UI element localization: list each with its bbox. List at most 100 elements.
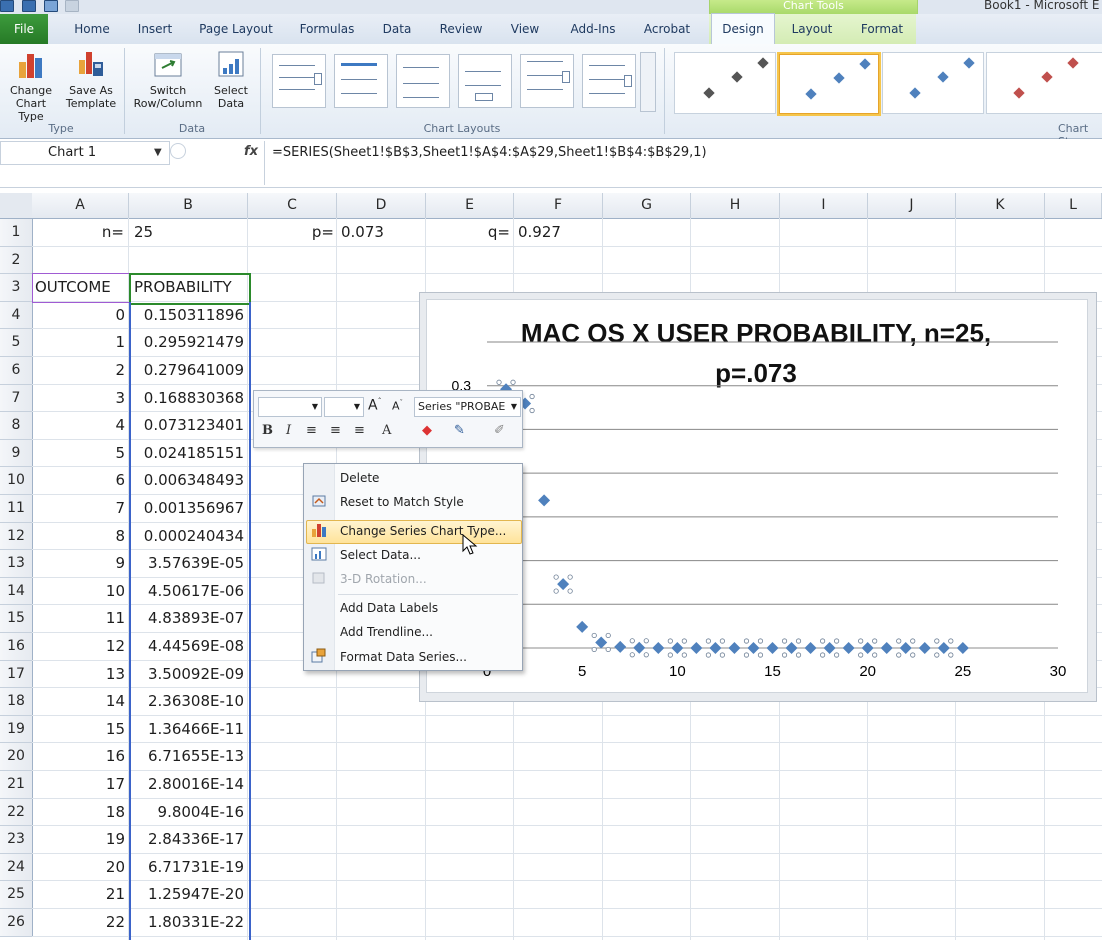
tab-view[interactable]: View bbox=[500, 14, 550, 44]
data-point[interactable] bbox=[956, 642, 969, 654]
row-header-13[interactable]: 13 bbox=[0, 550, 33, 578]
column-header-f[interactable]: F bbox=[514, 193, 603, 218]
select-data-button[interactable]: Select Data bbox=[208, 48, 254, 110]
cell-probability[interactable]: 0.001356967 bbox=[132, 495, 244, 522]
cell-b1[interactable]: 25 bbox=[134, 219, 234, 246]
cell-a1[interactable]: n= bbox=[34, 219, 124, 246]
menu-item-reset-to-match-style[interactable]: Reset to Match Style bbox=[340, 495, 464, 509]
cell-outcome[interactable]: 21 bbox=[34, 881, 125, 908]
cell-probability[interactable]: 4.44569E-08 bbox=[132, 633, 244, 660]
cell-outcome[interactable]: 0 bbox=[34, 302, 125, 329]
column-header-k[interactable]: K bbox=[956, 193, 1045, 218]
cell-outcome[interactable]: 18 bbox=[34, 799, 125, 826]
row-header-4[interactable]: 4 bbox=[0, 301, 33, 330]
tab-format[interactable]: Format bbox=[852, 14, 912, 44]
outline-color-icon[interactable]: ✎ bbox=[454, 423, 465, 438]
cell-e1[interactable]: q= bbox=[428, 219, 510, 246]
save-icon[interactable] bbox=[21, 0, 36, 12]
data-point[interactable] bbox=[899, 642, 912, 654]
row-header-17[interactable]: 17 bbox=[0, 660, 33, 689]
cell-outcome[interactable]: 20 bbox=[34, 854, 125, 881]
cell-probability[interactable]: 3.57639E-05 bbox=[132, 550, 244, 577]
cell-probability[interactable]: 0.006348493 bbox=[132, 467, 244, 494]
redo-icon[interactable] bbox=[65, 0, 80, 12]
column-header-b[interactable]: B bbox=[129, 193, 248, 218]
tab-home[interactable]: Home bbox=[64, 14, 120, 44]
chart-style-3[interactable] bbox=[882, 52, 984, 114]
tab-design[interactable]: Design bbox=[711, 13, 775, 45]
chart-layout-6[interactable] bbox=[582, 54, 636, 108]
menu-item-format-data-series[interactable]: Format Data Series... bbox=[340, 650, 467, 664]
grow-font-icon[interactable]: Aˆ bbox=[368, 397, 382, 414]
row-header-14[interactable]: 14 bbox=[0, 577, 33, 606]
cell-probability[interactable]: 2.84336E-17 bbox=[132, 826, 244, 853]
column-header-j[interactable]: J bbox=[868, 193, 956, 218]
data-point[interactable] bbox=[614, 640, 627, 653]
tab-acrobat[interactable]: Acrobat bbox=[636, 14, 698, 44]
cell-c1[interactable]: p= bbox=[250, 219, 334, 246]
cell-outcome[interactable]: 8 bbox=[34, 523, 125, 550]
menu-item-delete[interactable]: Delete bbox=[340, 471, 379, 485]
cell-probability[interactable]: 3.50092E-09 bbox=[132, 661, 244, 688]
cell-probability[interactable]: 9.8004E-16 bbox=[132, 799, 244, 826]
column-header-a[interactable]: A bbox=[32, 193, 129, 218]
chart-layout-5[interactable] bbox=[520, 54, 574, 108]
row-header-24[interactable]: 24 bbox=[0, 853, 33, 882]
column-header-i[interactable]: I bbox=[780, 193, 868, 218]
row-header-16[interactable]: 16 bbox=[0, 633, 33, 661]
align-center-icon[interactable]: ≡ bbox=[330, 423, 341, 438]
cell-probability[interactable]: 1.80331E-22 bbox=[132, 909, 244, 936]
fill-color-icon[interactable]: ◆ bbox=[422, 423, 432, 438]
row-header-8[interactable]: 8 bbox=[0, 412, 33, 440]
cell-outcome[interactable]: 4 bbox=[34, 412, 125, 439]
select-all-corner[interactable] bbox=[0, 193, 33, 219]
cell-outcome[interactable]: 5 bbox=[34, 440, 125, 467]
switch-row-column-button[interactable]: Switch Row/Column bbox=[130, 48, 206, 110]
cell-outcome[interactable]: 2 bbox=[34, 357, 125, 384]
row-header-7[interactable]: 7 bbox=[0, 384, 33, 413]
cell-outcome[interactable]: 19 bbox=[34, 826, 125, 853]
cell-probability[interactable]: 0.279641009 bbox=[132, 357, 244, 384]
cell-outcome[interactable]: 9 bbox=[34, 550, 125, 577]
data-point[interactable] bbox=[804, 642, 817, 654]
row-header-22[interactable]: 22 bbox=[0, 798, 33, 827]
row-header-1[interactable]: 1 bbox=[0, 219, 33, 247]
cell-f1[interactable]: 0.927 bbox=[518, 219, 598, 246]
cell-d1[interactable]: 0.073 bbox=[341, 219, 421, 246]
menu-item-change-series-chart-type[interactable]: Change Series Chart Type... bbox=[340, 524, 506, 538]
data-point[interactable] bbox=[861, 642, 874, 654]
data-point[interactable] bbox=[823, 642, 836, 654]
save-as-template-button[interactable]: Save As Template bbox=[62, 48, 120, 110]
column-header-h[interactable]: H bbox=[691, 193, 780, 218]
cell-probability[interactable]: 6.71731E-19 bbox=[132, 854, 244, 881]
column-header-e[interactable]: E bbox=[426, 193, 514, 218]
data-point[interactable] bbox=[576, 620, 589, 633]
row-header-23[interactable]: 23 bbox=[0, 826, 33, 854]
shrink-font-icon[interactable]: Aˇ bbox=[392, 399, 403, 413]
cell-probability[interactable]: 4.83893E-07 bbox=[132, 605, 244, 632]
data-point[interactable] bbox=[671, 641, 684, 654]
chart-layout-1[interactable] bbox=[272, 54, 326, 108]
menu-item-add-trendline[interactable]: Add Trendline... bbox=[340, 625, 433, 639]
cell-outcome[interactable]: 7 bbox=[34, 495, 125, 522]
insert-function-button[interactable]: fx bbox=[244, 144, 258, 159]
cell-probability[interactable]: 0.150311896 bbox=[132, 302, 244, 329]
tab-file[interactable]: File bbox=[0, 14, 48, 44]
column-header-l[interactable]: L bbox=[1045, 193, 1102, 218]
chart-layout-2[interactable] bbox=[334, 54, 388, 108]
cell-probability[interactable]: 0.073123401 bbox=[132, 412, 244, 439]
data-point[interactable] bbox=[747, 642, 760, 654]
data-point[interactable] bbox=[709, 642, 722, 654]
cell-probability[interactable]: 2.80016E-14 bbox=[132, 771, 244, 798]
row-header-10[interactable]: 10 bbox=[0, 467, 33, 495]
cell-probability[interactable]: 0.168830368 bbox=[132, 385, 244, 412]
tab-add-ins[interactable]: Add-Ins bbox=[562, 14, 624, 44]
cell-a3-outcome-header[interactable]: OUTCOME bbox=[35, 274, 127, 301]
tab-insert[interactable]: Insert bbox=[130, 14, 180, 44]
tab-page-layout[interactable]: Page Layout bbox=[192, 14, 280, 44]
row-header-25[interactable]: 25 bbox=[0, 881, 33, 909]
font-color-icon[interactable]: A bbox=[382, 423, 391, 438]
row-header-19[interactable]: 19 bbox=[0, 715, 33, 744]
data-point[interactable] bbox=[728, 642, 741, 654]
series-selector-dropdown[interactable]: Series "PROBAE ▼ bbox=[414, 397, 521, 417]
